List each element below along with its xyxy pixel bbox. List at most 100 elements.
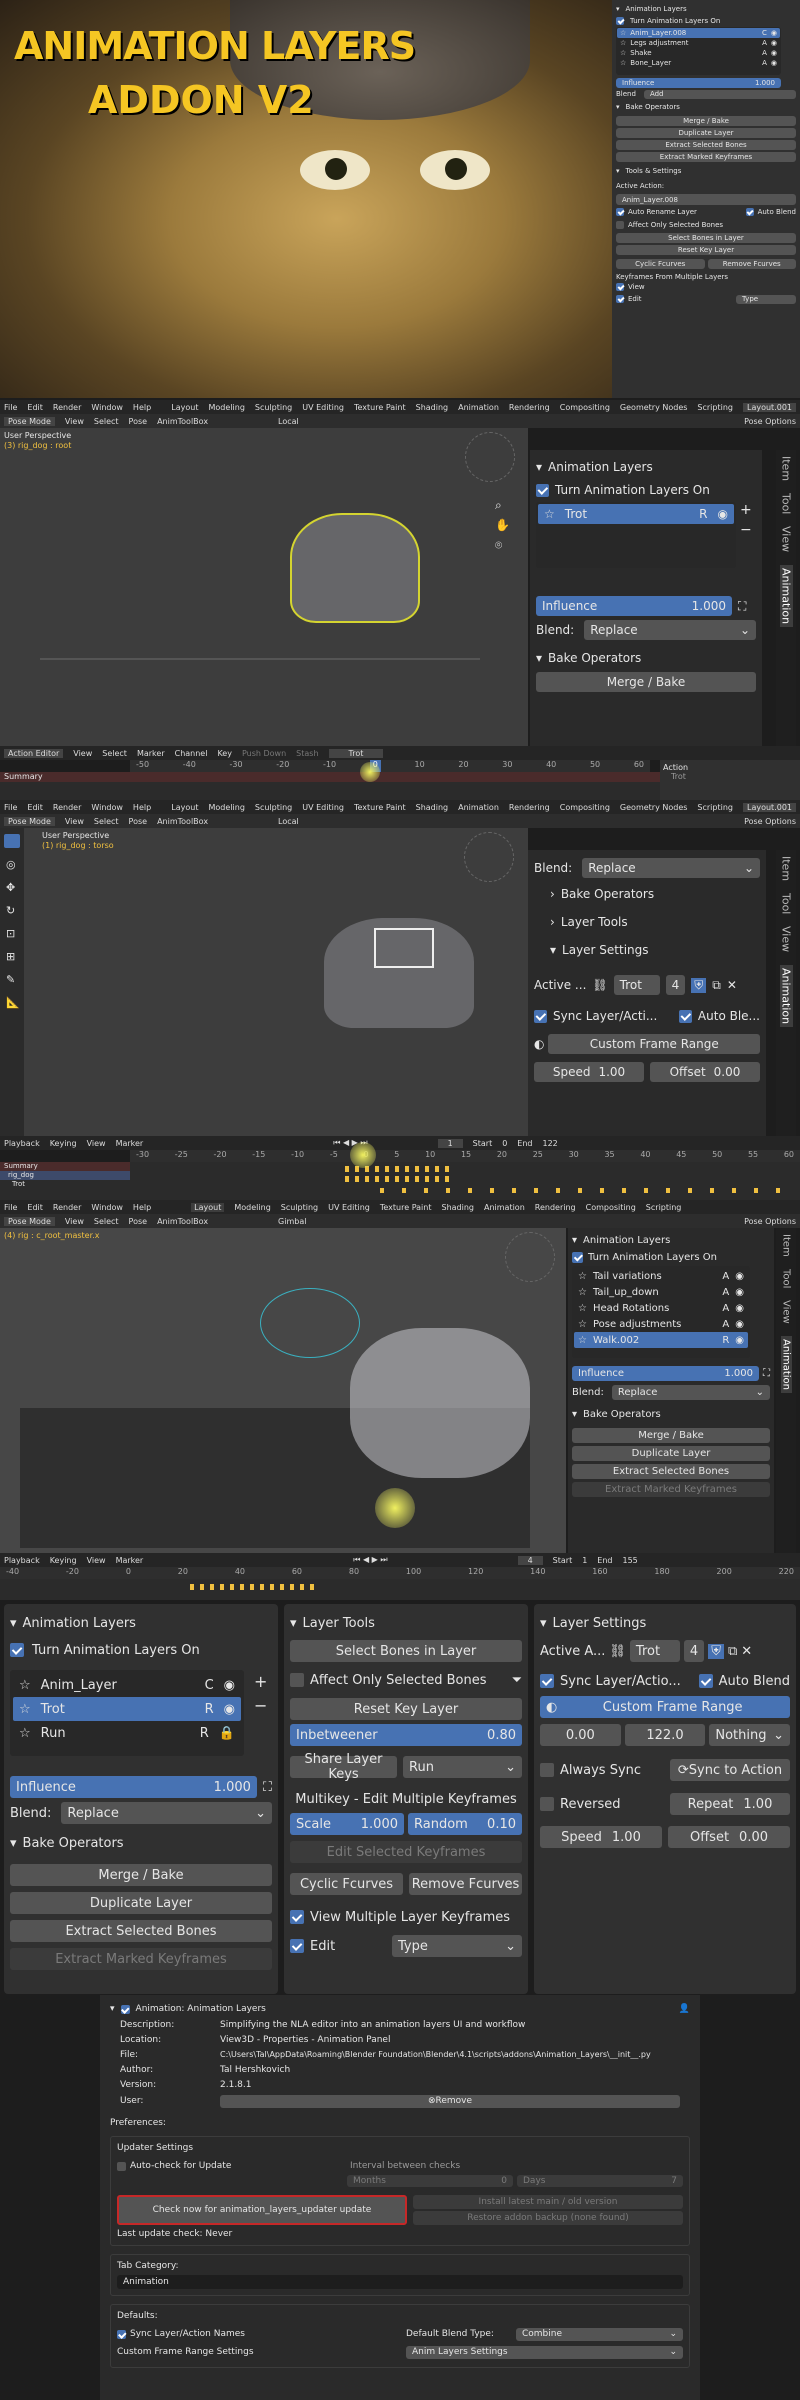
range-icon[interactable]: ◐ bbox=[534, 1037, 544, 1051]
offset-field[interactable]: Offset 0.00 bbox=[668, 1826, 790, 1848]
animtoolbox-menu[interactable]: AnimToolBox bbox=[157, 817, 208, 826]
tab-compositing[interactable]: Compositing bbox=[560, 403, 610, 412]
action-field[interactable]: Trot bbox=[629, 1640, 680, 1662]
tab-sculpting[interactable]: Sculpting bbox=[281, 1203, 318, 1212]
tab-tool[interactable]: Tool bbox=[781, 1269, 792, 1288]
tab-scripting[interactable]: Scripting bbox=[697, 803, 733, 812]
star-icon[interactable]: ☆ bbox=[19, 1726, 31, 1741]
layers-on-checkbox[interactable] bbox=[572, 1251, 583, 1263]
layer-item[interactable]: ☆ Anim_Layer.008 C ◉ bbox=[617, 28, 780, 38]
tab-animation-sidebar[interactable]: Animation bbox=[779, 564, 793, 627]
transform-tool-icon[interactable]: ⊞ bbox=[6, 950, 18, 963]
copy-icon[interactable]: ⧉ bbox=[712, 978, 721, 993]
select-menu[interactable]: Select bbox=[102, 749, 127, 758]
eye-icon[interactable]: ◉ bbox=[718, 507, 728, 521]
keyframe-row[interactable] bbox=[380, 1188, 780, 1193]
tab-uv[interactable]: UV Editing bbox=[302, 803, 344, 812]
check-update-button[interactable]: Check now for animation_layers_updater u… bbox=[117, 2195, 407, 2225]
auto-blend-checkbox[interactable] bbox=[698, 1674, 713, 1688]
blend-type-dropdown[interactable]: Combine ⌄ bbox=[516, 2327, 683, 2341]
tab-sculpting[interactable]: Sculpting bbox=[255, 803, 292, 812]
view-menu[interactable]: View bbox=[87, 1556, 106, 1565]
trot-channel[interactable]: Trot bbox=[0, 1180, 130, 1189]
viewport-3d[interactable]: User Perspective (1) rig_dog : torso bbox=[24, 828, 528, 1136]
days-field[interactable]: Days 7 bbox=[517, 2175, 683, 2187]
camera-icon[interactable]: ⌾ bbox=[495, 538, 502, 553]
always-sync-checkbox[interactable] bbox=[540, 1763, 554, 1777]
influence-slider[interactable]: Influence 1.000 bbox=[616, 78, 781, 88]
pose-menu[interactable]: Pose bbox=[129, 417, 148, 426]
select-bones-button[interactable]: Select Bones in Layer bbox=[290, 1640, 522, 1662]
filter-icon[interactable]: ⏷ bbox=[512, 1673, 522, 1688]
star-icon[interactable]: ☆ bbox=[578, 1271, 587, 1282]
influence-slider[interactable]: Influence 1.000 bbox=[10, 1776, 257, 1798]
view-menu[interactable]: View bbox=[87, 1139, 106, 1148]
action-selector[interactable]: Trot bbox=[328, 748, 384, 758]
extract-selected-button[interactable]: Extract Selected Bones bbox=[10, 1920, 272, 1942]
merge-button[interactable]: Merge / Bake bbox=[536, 672, 756, 692]
tab-geonodes[interactable]: Geometry Nodes bbox=[620, 403, 687, 412]
custom-range-dropdown[interactable]: Anim Layers Settings ⌄ bbox=[406, 2345, 683, 2359]
view-menu[interactable]: View bbox=[73, 749, 92, 758]
menu-file[interactable]: File bbox=[4, 403, 17, 412]
tab-animation[interactable]: Animation bbox=[458, 803, 499, 812]
menu-render[interactable]: Render bbox=[53, 803, 81, 812]
extract-marked-button[interactable]: Extract Marked Keyframes bbox=[616, 152, 796, 162]
merge-button[interactable]: Merge / Bake bbox=[572, 1428, 770, 1443]
remove-fcurves-button[interactable]: Remove Fcurves bbox=[409, 1873, 522, 1895]
star-icon[interactable]: ☆ bbox=[578, 1319, 587, 1330]
layer-settings-header[interactable]: Layer Settings bbox=[562, 943, 649, 957]
viewport-3d[interactable]: User Perspective (3) rig_dog : root ⌕ ✋ … bbox=[0, 428, 528, 746]
marker-menu[interactable]: Marker bbox=[137, 749, 165, 758]
pose-options[interactable]: Pose Options bbox=[744, 817, 796, 826]
playback-menu[interactable]: Playback bbox=[4, 1556, 40, 1565]
view-menu[interactable]: View bbox=[65, 1217, 84, 1226]
tab-texture[interactable]: Texture Paint bbox=[380, 1203, 432, 1212]
view-multi-checkbox[interactable] bbox=[290, 1910, 304, 1924]
playhead-marker[interactable] bbox=[375, 1488, 415, 1528]
tab-texture[interactable]: Texture Paint bbox=[354, 403, 406, 412]
mode-dropdown[interactable]: Pose Mode bbox=[4, 416, 55, 426]
viewport-3d[interactable]: (4) rig : c_root_master.x bbox=[0, 1228, 566, 1553]
select-bones-button[interactable]: Select Bones in Layer bbox=[616, 233, 796, 243]
extract-marked-button[interactable]: Extract Marked Keyframes bbox=[572, 1482, 770, 1497]
remove-layer-icon[interactable]: − bbox=[254, 1696, 267, 1715]
summary-channel[interactable]: Summary bbox=[0, 1162, 130, 1171]
star-icon[interactable]: ☆ bbox=[578, 1303, 587, 1314]
range-start-field[interactable]: 0.00 bbox=[540, 1724, 621, 1746]
scale-field[interactable]: Scale 1.000 bbox=[290, 1813, 404, 1835]
share-target-dropdown[interactable]: Run ⌄ bbox=[403, 1756, 522, 1778]
annotate-tool-icon[interactable]: ✎ bbox=[6, 973, 18, 986]
menu-help[interactable]: Help bbox=[133, 803, 151, 812]
star-icon[interactable]: ☆ bbox=[544, 507, 555, 521]
sync-checkbox[interactable] bbox=[540, 1674, 554, 1688]
remove-fcurves-button[interactable]: Remove Fcurves bbox=[707, 259, 796, 269]
speed-field[interactable]: Speed 1.00 bbox=[534, 1062, 644, 1082]
extrapolation-dropdown[interactable]: Nothing ⌄ bbox=[709, 1724, 791, 1746]
tab-texture[interactable]: Texture Paint bbox=[354, 803, 406, 812]
merge-button[interactable]: Merge / Bake bbox=[10, 1864, 272, 1886]
timeline-ruler[interactable]: -30-25-20-15-10-505101520253035404550556… bbox=[130, 1150, 800, 1162]
extract-marked-button[interactable]: Extract Marked Keyframes bbox=[10, 1948, 272, 1970]
star-icon[interactable]: ☆ bbox=[620, 49, 626, 57]
view-menu[interactable]: View bbox=[65, 817, 84, 826]
star-icon[interactable]: ☆ bbox=[620, 59, 626, 67]
stash-button[interactable]: Stash bbox=[296, 749, 318, 758]
menu-help[interactable]: Help bbox=[133, 1203, 151, 1212]
tab-layout[interactable]: Layout bbox=[191, 1202, 225, 1212]
layer-tools-header[interactable]: Layer Tools bbox=[303, 1616, 375, 1631]
eye-icon[interactable]: ◉ bbox=[735, 1319, 744, 1330]
edit-checkbox[interactable] bbox=[290, 1939, 304, 1953]
playhead-marker[interactable] bbox=[350, 1142, 376, 1168]
add-layer-icon[interactable]: + bbox=[740, 502, 752, 518]
affect-only-checkbox[interactable] bbox=[290, 1673, 304, 1687]
eye-icon[interactable]: ◉ bbox=[224, 1702, 235, 1717]
duplicate-button[interactable]: Duplicate Layer bbox=[10, 1892, 272, 1914]
cyclic-button[interactable]: Cyclic Fcurves bbox=[616, 259, 705, 269]
restore-backup-button[interactable]: Restore addon backup (none found) bbox=[413, 2211, 683, 2225]
tab-shading[interactable]: Shading bbox=[416, 403, 449, 412]
editor-type[interactable]: Action Editor bbox=[4, 748, 64, 758]
tab-item[interactable]: Item bbox=[780, 856, 793, 881]
rig-channel[interactable]: rig_dog bbox=[0, 1171, 130, 1180]
layer-item[interactable]: ☆ Shake A ◉ bbox=[617, 48, 780, 58]
